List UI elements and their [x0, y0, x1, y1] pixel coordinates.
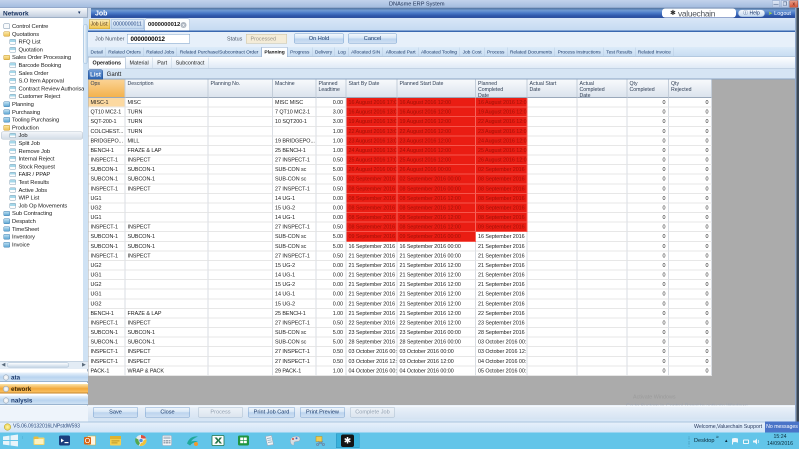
svg-text:O: O	[85, 438, 91, 445]
